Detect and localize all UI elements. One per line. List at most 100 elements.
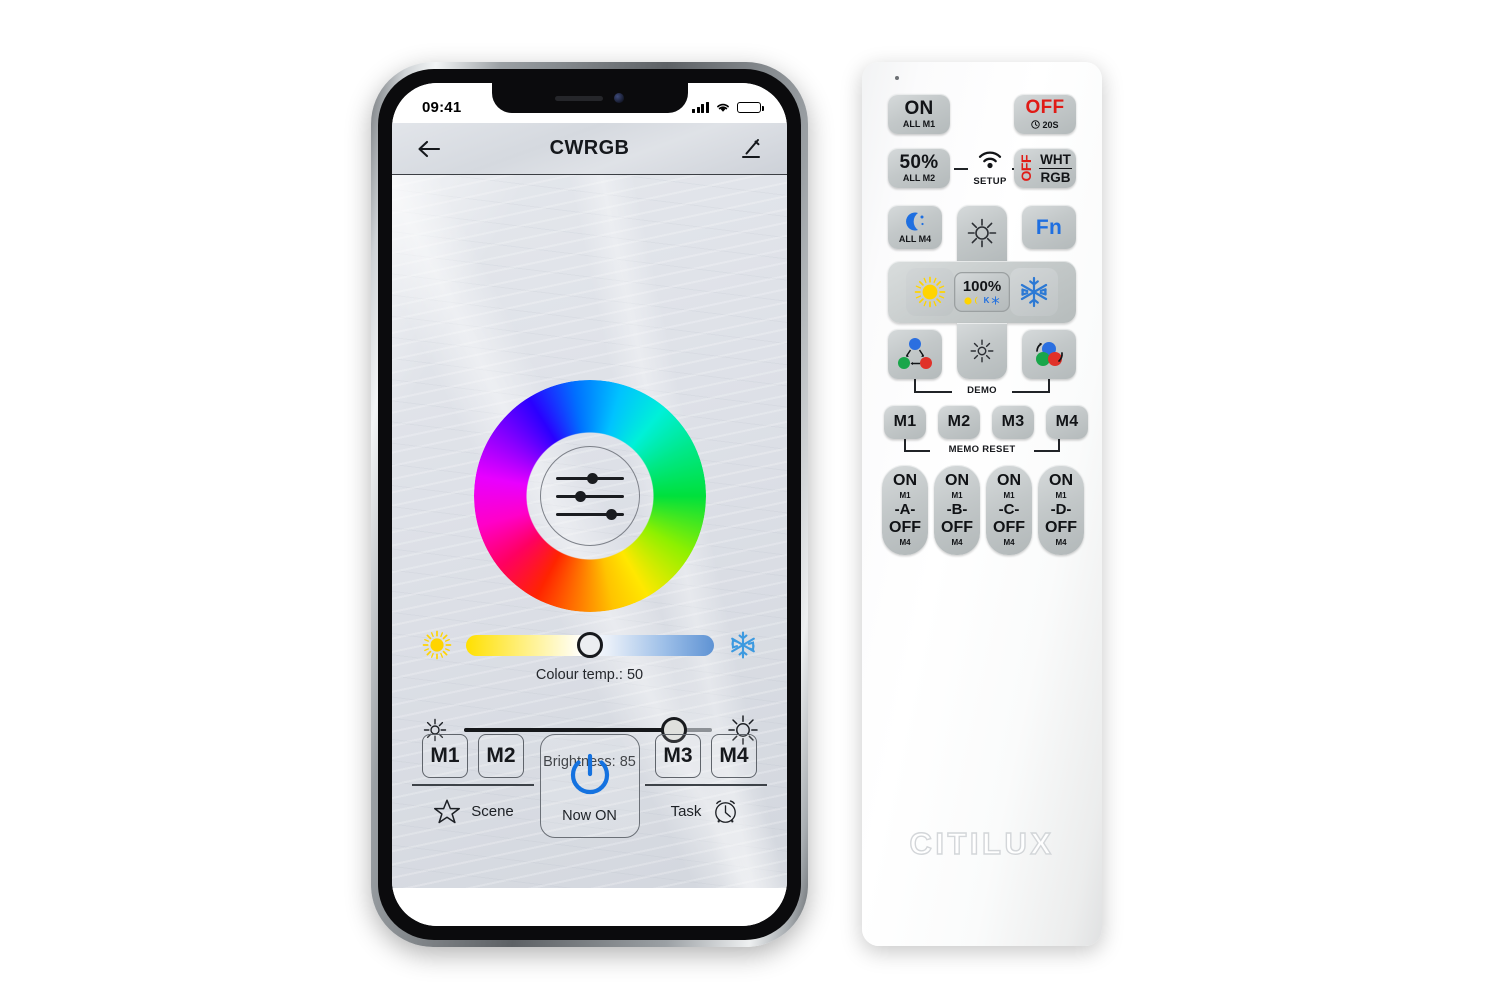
off-timer-label: 20S [1042,120,1059,131]
power-button[interactable]: Now ON [539,734,640,838]
colour-wheel[interactable] [473,380,706,612]
wht-rgb-button[interactable]: OFF WHT RGB [1014,148,1076,188]
dot-k-snowflake-icon: K [964,296,1001,305]
memory-button-m1[interactable]: M1 [422,734,468,778]
task-divider [645,784,767,786]
off-label: OFF [1025,96,1065,118]
wifi-icon [717,103,729,112]
battery-full-icon [737,101,764,113]
memo-button-m1[interactable]: M1 [884,405,926,439]
rgb-jump-icon [898,338,932,369]
memo-reset-label: MEMO RESET [948,444,1016,455]
fifty-percent-all-m2-button[interactable]: 50% ALL M2 [888,148,950,188]
wht-label: WHT [1039,151,1072,169]
home-indicator-area [392,888,787,926]
memo-button-m4[interactable]: M4 [1046,405,1088,439]
power-icon [570,753,609,795]
zone-c-off-sub: M4 [1003,538,1015,547]
zone-a-id-label: -A- [894,501,916,518]
memo-button-m3[interactable]: M3 [992,405,1034,439]
phone-screen: 09:41 CWRGB Colour temp.: 50 Brightness:… [392,83,787,926]
bright-sun-icon [967,218,997,248]
brightness-down-button[interactable] [957,323,1007,379]
ir-led-icon [895,76,899,80]
off-timer-button[interactable]: OFF 20S [1014,94,1076,134]
task-label: Task [670,803,702,821]
cool-white-button[interactable] [1010,268,1058,316]
memory-button-m4[interactable]: M4 [711,734,757,778]
memo-m3-label: M3 [1001,413,1025,430]
phone-bezel: 09:41 CWRGB Colour temp.: 50 Brightness:… [378,69,801,940]
memo-bracket-right [1058,439,1060,450]
memo-m4-label: M4 [1055,413,1079,430]
brightness-up-button[interactable] [957,205,1007,261]
power-status-label: Now ON [562,808,617,824]
snowflake-icon [730,631,755,659]
memo-m2-label: M2 [947,413,971,430]
zone-a-off-label: OFF [889,519,921,536]
back-arrow-icon[interactable] [412,132,446,166]
scene-label: Scene [471,803,514,821]
setup-line-left [954,168,968,170]
demo-fade-button[interactable] [1022,329,1076,379]
clock-icon [1031,120,1041,129]
status-icons [692,101,764,113]
moon-icon [906,212,924,230]
zone-b-id-label: -B- [946,501,968,518]
memo-button-m2[interactable]: M2 [938,405,980,439]
speaker-grille [555,95,603,101]
zone-d-off-sub: M4 [1055,538,1067,547]
demo-line-right [1012,391,1050,393]
wheel-center-button[interactable] [539,446,640,546]
warm-white-button[interactable] [906,268,954,316]
memory-button-m2[interactable]: M2 [478,734,524,778]
alarm-clock-icon[interactable] [710,796,741,827]
zone-d-id-label: -D- [1050,501,1072,518]
dim-sun-icon [970,339,994,363]
demo-label: DEMO [967,385,997,396]
night-all-m4-button[interactable]: ALL M4 [888,205,942,249]
on-all-m1-button[interactable]: ON ALL M1 [888,94,950,134]
sliders-equalizer-icon [555,472,624,520]
zone-b-on-sub: M1 [951,491,963,500]
zone-b-off-label: OFF [941,519,973,536]
smartphone-device: 09:41 CWRGB Colour temp.: 50 Brightness:… [371,62,808,947]
demo-bracket-right [1048,379,1050,391]
zone-a-on-sub: M1 [899,491,911,500]
all-m4-label: ALL M4 [898,233,932,244]
page-title: CWRGB [549,137,630,159]
colour-temp-slider-knob[interactable] [576,632,603,658]
fifty-percent-label: 50% [899,151,939,173]
setup-label: SETUP [973,176,1007,187]
off-vertical-label: OFF [1018,154,1035,182]
zone-d-off-label: OFF [1045,519,1077,536]
zone-d[interactable]: ON M1 -D- OFF M4 [1038,465,1084,555]
colour-temp-control: Colour temp.: 50 [392,630,787,683]
zone-c-on-sub: M1 [1003,491,1015,500]
task-group: M3 M4 Task [643,734,769,832]
pencil-edit-icon[interactable] [733,132,767,166]
hundred-percent-button[interactable]: 100% K [954,272,1010,312]
zone-b[interactable]: ON M1 -B- OFF M4 [934,465,980,555]
rgb-fade-icon [1036,342,1063,366]
scene-divider [412,784,534,786]
zone-c-id-label: -C- [998,501,1020,518]
zone-b-on-label: ON [945,472,969,489]
cellular-bars-icon [692,101,709,113]
zone-a-off-sub: M4 [899,538,911,547]
memory-button-m3[interactable]: M3 [655,734,701,778]
on-sub-label: ALL M1 [902,119,936,130]
colour-temp-label: Colour temp.: 50 [535,667,644,683]
brightness-slider[interactable] [463,716,712,743]
fn-label: Fn [1035,215,1063,239]
zone-c[interactable]: ON M1 -C- OFF M4 [986,465,1032,555]
fn-button[interactable]: Fn [1022,205,1076,249]
demo-jump-button[interactable] [888,329,942,379]
front-camera-icon [614,93,624,103]
colour-temp-slider[interactable] [465,632,714,658]
zone-c-on-label: ON [997,472,1021,489]
wifi-setup-icon [978,151,1002,169]
snowflake-icon [1020,276,1048,308]
star-icon[interactable] [432,797,462,827]
zone-a[interactable]: ON M1 -A- OFF M4 [882,465,928,555]
